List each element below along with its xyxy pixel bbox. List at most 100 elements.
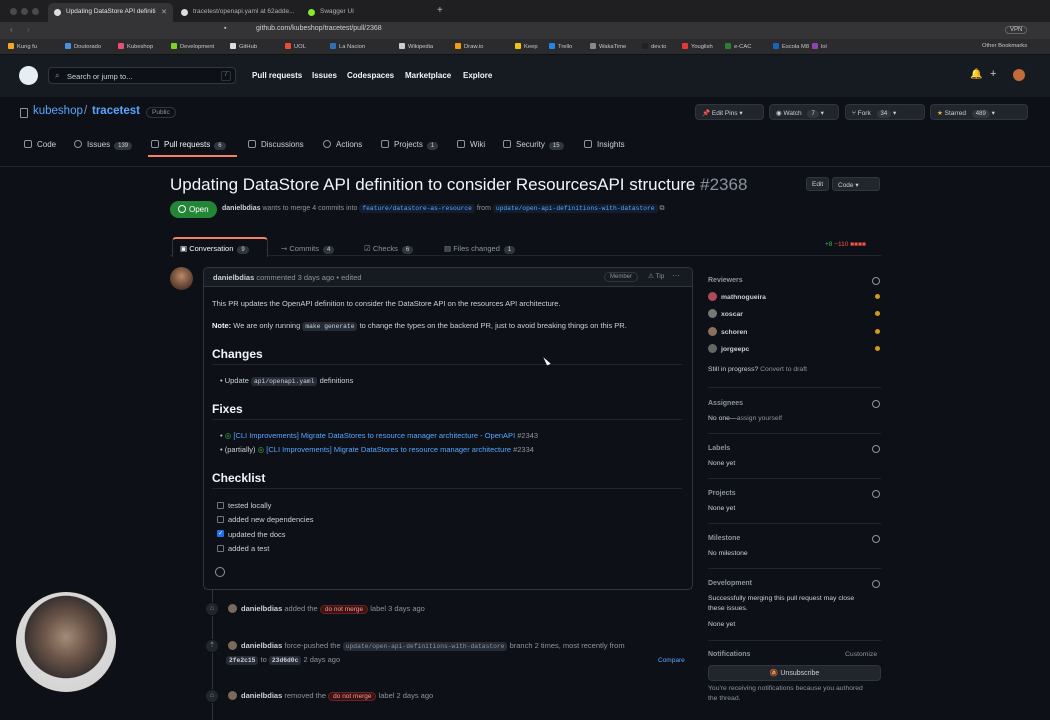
pr-author-link[interactable]: danielbdias <box>222 205 261 212</box>
divider <box>708 478 881 479</box>
tab-projects[interactable]: Projects 1 <box>381 140 439 150</box>
reviewer-item[interactable]: xoscar <box>708 309 743 318</box>
tab-checks[interactable]: ☑ Checks 6 <box>364 244 414 254</box>
bookmark-item[interactable]: e-CAC <box>725 43 751 50</box>
nav-marketplace[interactable]: Marketplace <box>405 71 451 80</box>
tab-pull-requests[interactable]: Pull requests 6 <box>151 140 226 150</box>
label-do-not-merge[interactable]: do not merge <box>328 692 377 701</box>
tab-files-changed[interactable]: ▤ Files changed 1 <box>444 244 516 254</box>
tab-commits[interactable]: ⊸ Commits 4 <box>281 244 335 254</box>
bookmark-item[interactable]: Doutorado <box>65 43 101 50</box>
label-do-not-merge[interactable]: do not merge <box>319 605 369 614</box>
browser-tab-openapi[interactable]: tracetest/openapi.yaml at 62adde... <box>175 3 300 22</box>
nav-issues[interactable]: Issues <box>312 71 337 80</box>
edit-title-button[interactable]: Edit <box>806 177 830 191</box>
checkbox-tested-locally[interactable] <box>217 502 224 509</box>
bookmark-item[interactable]: Kung fu <box>8 43 37 50</box>
tab-wiki[interactable]: Wiki <box>457 140 485 149</box>
kebab-menu-icon[interactable]: ··· <box>672 271 680 280</box>
github-logo-icon[interactable] <box>19 66 38 85</box>
head-branch[interactable]: update/open-api-definitions-with-datasto… <box>492 204 658 213</box>
vpn-badge[interactable]: VPN <box>1005 26 1028 34</box>
bookmark-item[interactable]: dev.to <box>642 43 666 50</box>
tab-issues[interactable]: Issues 139 <box>74 140 133 150</box>
tab-security[interactable]: Security 15 <box>503 140 564 150</box>
base-branch[interactable]: feature/datastore-as-resource <box>359 204 475 213</box>
reviewer-item[interactable]: schoren <box>708 327 747 336</box>
bookmark-item[interactable]: Keep <box>515 43 538 50</box>
bookmark-item[interactable]: Wikipedia <box>399 43 433 50</box>
code-dropdown-button[interactable]: Code ▾ <box>832 177 880 191</box>
reviewer-item[interactable]: jorgeepc <box>708 344 749 353</box>
nav-codespaces[interactable]: Codespaces <box>347 71 394 80</box>
tab-conversation[interactable]: ▣ Conversation 9 <box>180 244 249 254</box>
bookmark-item[interactable]: Escola M8 <box>773 43 809 50</box>
user-avatar[interactable] <box>1013 69 1025 81</box>
convert-to-draft-link[interactable]: Convert to draft <box>760 366 807 373</box>
repo-owner-link[interactable]: kubeshop <box>33 105 83 117</box>
reviewer-item[interactable]: mathnogueira <box>708 292 766 301</box>
customize-link[interactable]: Customize <box>845 651 877 658</box>
bookmark-item[interactable]: lol <box>812 43 827 50</box>
pending-review-icon <box>875 311 880 316</box>
edited-dropdown[interactable]: • edited <box>336 273 361 282</box>
add-reaction-icon[interactable] <box>215 567 225 577</box>
assign-yourself-link[interactable]: assign yourself <box>737 415 782 422</box>
bookmark-item[interactable]: Development <box>171 43 214 50</box>
copy-icon[interactable]: ⧉ <box>660 205 665 212</box>
bookmark-item[interactable]: WakaTime <box>590 43 626 50</box>
bookmark-item[interactable]: Draw.io <box>455 43 483 50</box>
search-input[interactable]: ⌕ Search or jump to... / <box>48 67 236 84</box>
repo-name-link[interactable]: tracetest <box>92 105 140 117</box>
window-close-button[interactable] <box>10 8 17 15</box>
notifications-icon[interactable]: 🔔 <box>970 69 982 80</box>
back-icon[interactable]: ‹ <box>10 25 13 34</box>
compare-link[interactable]: Compare <box>658 657 685 664</box>
tab-discussions[interactable]: Discussions <box>248 140 304 149</box>
new-tab-icon[interactable]: + <box>437 5 443 16</box>
tab-actions[interactable]: Actions <box>323 140 362 149</box>
starred-button[interactable]: ★ Starred 489 ▾ <box>930 104 1028 120</box>
nav-pull-requests[interactable]: Pull requests <box>252 71 302 80</box>
window-minimize-button[interactable] <box>21 8 28 15</box>
fix-item-2: • (partially) ◎ [CLI Improvements] Migra… <box>220 445 534 454</box>
pull-request-icon <box>151 140 159 148</box>
fix-link-2[interactable]: [CLI Improvements] Migrate DataStores to… <box>266 445 511 454</box>
checkbox-added-test[interactable] <box>217 545 224 552</box>
bookmark-item[interactable]: UOL <box>285 43 306 50</box>
other-bookmarks[interactable]: Other Bookmarks <box>982 43 1027 49</box>
window-maximize-button[interactable] <box>32 8 39 15</box>
development-gear-icon[interactable] <box>872 580 880 588</box>
tip-label[interactable]: ⚠ Tip <box>648 272 664 280</box>
browser-tab-swagger[interactable]: Swagger UI <box>302 3 427 22</box>
author-avatar[interactable] <box>170 267 193 290</box>
tab-code[interactable]: Code <box>24 140 56 149</box>
bookmark-item[interactable]: Kubeshop <box>118 43 153 50</box>
url-text[interactable]: github.com/kubeshop/tracetest/pull/2368 <box>256 25 382 32</box>
checkbox-updated-docs[interactable]: ✓ <box>217 530 224 537</box>
bookmark-item[interactable]: Youglish <box>682 43 713 50</box>
checkbox-new-dependencies[interactable] <box>217 516 224 523</box>
bookmark-item[interactable]: Trello <box>549 43 572 50</box>
reviewers-gear-icon[interactable] <box>872 277 880 285</box>
address-bar[interactable]: ‹ › ▪ github.com/kubeshop/tracetest/pull… <box>0 22 1050 39</box>
comment-author-link[interactable]: danielbdias <box>213 273 254 282</box>
fork-button[interactable]: ⑂ Fork 34 ▾ <box>845 104 925 120</box>
projects-gear-icon[interactable] <box>872 490 880 498</box>
assignees-heading: Assignees <box>708 400 744 407</box>
edit-pins-button[interactable]: 📌 Edit Pins ▾ <box>695 104 764 120</box>
labels-gear-icon[interactable] <box>872 445 880 453</box>
milestone-gear-icon[interactable] <box>872 535 880 543</box>
bookmark-item[interactable]: La Nacion <box>330 43 365 50</box>
unsubscribe-button[interactable]: 🔕 Unsubscribe <box>708 665 881 681</box>
fix-link-1[interactable]: [CLI Improvements] Migrate DataStores to… <box>233 431 515 440</box>
bookmark-item[interactable]: GitHub <box>230 43 257 50</box>
forward-icon[interactable]: › <box>27 25 30 34</box>
assignees-gear-icon[interactable] <box>872 400 880 408</box>
browser-tab-pr[interactable]: Updating DataStore API definiti ✕ <box>48 3 173 22</box>
nav-explore[interactable]: Explore <box>463 71 492 80</box>
create-new-icon[interactable]: + <box>990 68 996 80</box>
watch-button[interactable]: ◉ Watch 7 ▾ <box>769 104 839 120</box>
tab-insights[interactable]: Insights <box>584 140 625 149</box>
close-tab-icon[interactable]: ✕ <box>161 8 167 16</box>
